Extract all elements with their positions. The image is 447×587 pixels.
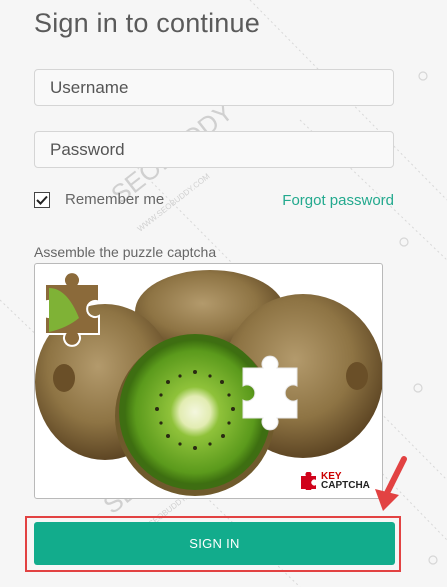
page-title: Sign in to continue <box>34 8 260 38</box>
username-input[interactable] <box>34 69 394 106</box>
kiwi-image <box>35 270 382 496</box>
remember-me[interactable]: Remember me <box>34 191 164 208</box>
checkmark-icon <box>36 195 48 205</box>
login-page: SEOBUDDY WWW.SEOBUDDY.COM SEOBUDDY WWW.S… <box>0 0 447 587</box>
keycaptcha-logo: KEY CAPTCHA <box>299 472 370 491</box>
password-input[interactable] <box>34 131 394 168</box>
puzzle-icon <box>301 472 316 490</box>
keycaptcha-captcha-text: CAPTCHA <box>321 480 370 491</box>
arrow-pointer-icon <box>375 456 407 511</box>
puzzle-captcha[interactable]: KEY CAPTCHA <box>34 263 383 499</box>
captcha-label: Assemble the puzzle captcha <box>34 244 217 260</box>
sign-in-button[interactable]: SIGN IN <box>34 522 395 565</box>
remember-me-checkbox[interactable] <box>34 191 50 208</box>
forgot-password-link[interactable]: Forgot password <box>282 192 394 209</box>
remember-me-label: Remember me <box>65 191 165 208</box>
